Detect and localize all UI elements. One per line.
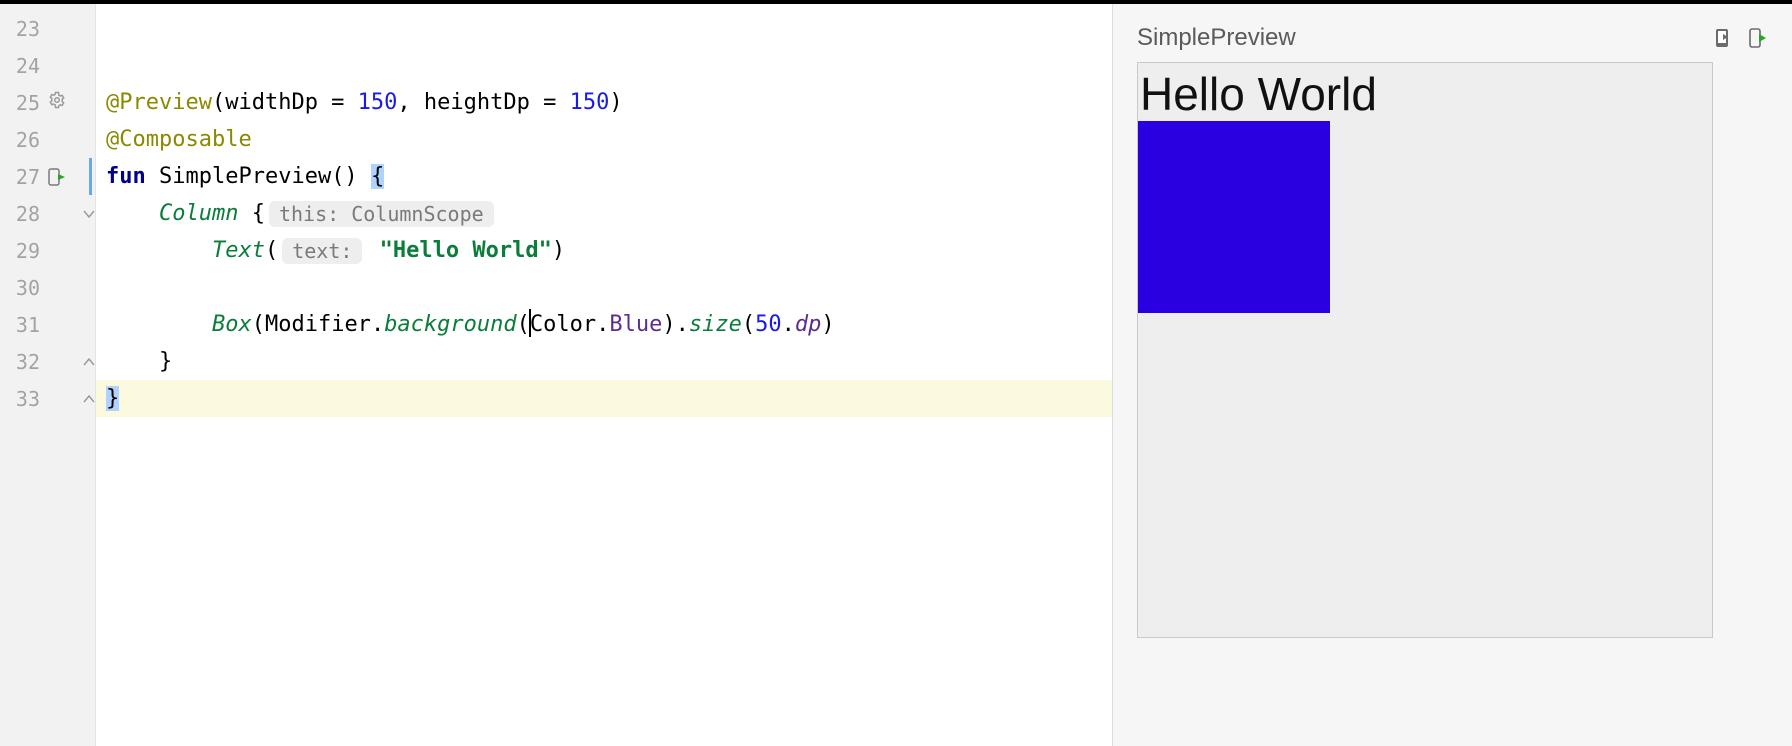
line-number: 27 — [0, 165, 44, 189]
gutter-row[interactable]: 28 — [0, 195, 95, 232]
line-number: 33 — [0, 387, 44, 411]
change-marker — [89, 158, 92, 195]
compose-preview-panel: SimplePreview Hello World — [1112, 4, 1792, 746]
gutter-row[interactable]: 30 — [0, 269, 95, 306]
preview-actions — [1712, 27, 1768, 49]
code-line[interactable]: fun SimplePreview() { — [96, 158, 1112, 195]
code-line[interactable]: @Preview(widthDp = 150, heightDp = 150) — [96, 84, 1112, 121]
code-line-current[interactable]: } — [96, 380, 1112, 417]
run-icon[interactable] — [48, 168, 66, 186]
inlay-hint: this: ColumnScope — [269, 201, 494, 227]
gutter-row[interactable]: 24 — [0, 47, 95, 84]
preview-text-hello: Hello World — [1138, 63, 1712, 121]
gutter-row[interactable]: 32 — [0, 343, 95, 380]
ide-window: 23 24 25 26 27 — [0, 4, 1792, 746]
code-line[interactable]: @Composable — [96, 121, 1112, 158]
code-line[interactable]: Column { this: ColumnScope — [96, 195, 1112, 232]
line-number: 31 — [0, 313, 44, 337]
preview-header: SimplePreview — [1137, 24, 1768, 52]
fold-icon[interactable] — [82, 207, 96, 221]
code-editor[interactable]: @Preview(widthDp = 150, heightDp = 150) … — [96, 4, 1112, 746]
gutter-row[interactable]: 26 — [0, 121, 95, 158]
gutter-row[interactable]: 23 — [0, 10, 95, 47]
inlay-hint: text: — [282, 238, 362, 264]
interactive-preview-icon[interactable] — [1712, 27, 1734, 49]
line-number: 29 — [0, 239, 44, 263]
preview-title: SimplePreview — [1137, 24, 1712, 52]
gutter-row[interactable]: 31 — [0, 306, 95, 343]
line-number: 28 — [0, 202, 44, 226]
code-line[interactable] — [96, 269, 1112, 306]
brace-match: } — [106, 386, 119, 411]
fold-icon[interactable] — [82, 355, 96, 369]
gutter-row[interactable]: 29 — [0, 232, 95, 269]
line-number: 24 — [0, 54, 44, 78]
gutter-row[interactable]: 33 — [0, 380, 95, 417]
code-line[interactable]: Box(Modifier.background(Color.Blue).size… — [96, 306, 1112, 343]
line-number: 32 — [0, 350, 44, 374]
line-number: 30 — [0, 276, 44, 300]
line-number: 25 — [0, 91, 44, 115]
code-line[interactable] — [96, 10, 1112, 47]
gutter-row[interactable]: 27 — [0, 158, 95, 195]
brace-match: { — [371, 164, 384, 189]
deploy-preview-icon[interactable] — [1746, 27, 1768, 49]
fold-icon[interactable] — [82, 392, 96, 406]
code-line[interactable]: } — [96, 343, 1112, 380]
code-line[interactable]: Text(text: "Hello World") — [96, 232, 1112, 269]
preview-blue-box — [1138, 121, 1330, 313]
editor-gutter: 23 24 25 26 27 — [0, 4, 96, 746]
line-number: 23 — [0, 17, 44, 41]
gear-icon[interactable] — [48, 91, 66, 114]
line-number: 26 — [0, 128, 44, 152]
preview-canvas[interactable]: Hello World — [1137, 62, 1713, 638]
gutter-row[interactable]: 25 — [0, 84, 95, 121]
code-line[interactable] — [96, 47, 1112, 84]
